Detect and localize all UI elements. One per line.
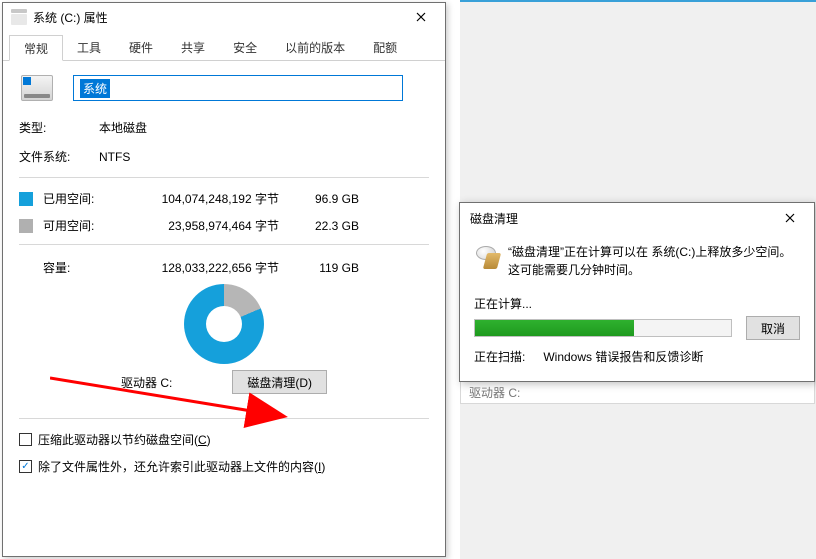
dialog-message: “磁盘清理”正在计算可以在 系统(C:)上释放多少空间。这可能需要几分钟时间。 [508, 243, 800, 279]
tab-content: 系统 类型: 本地磁盘 文件系统: NTFS 已用空间: 104,074,248… [3, 61, 445, 485]
tab-security[interactable]: 安全 [219, 34, 271, 60]
disk-cleanup-button[interactable]: 磁盘清理(D) [232, 370, 327, 394]
used-bytes: 104,074,248,192 字节 [119, 190, 279, 207]
progress-bar [474, 319, 732, 337]
disk-cleanup-button-label: 磁盘清理(D) [247, 374, 312, 391]
close-icon [416, 12, 426, 22]
separator [19, 177, 429, 178]
tab-previous[interactable]: 以前的版本 [271, 34, 359, 60]
close-button[interactable] [399, 3, 443, 31]
free-human: 22.3 GB [279, 219, 359, 233]
type-value: 本地磁盘 [99, 119, 147, 136]
free-color-swatch [19, 219, 33, 233]
cleanup-icon [474, 243, 500, 269]
drive-c-label: 驱动器 C: [121, 374, 172, 391]
ghost-driver-label-box: 驱动器 C: [460, 380, 815, 404]
capacity-label: 容量: [19, 259, 119, 276]
used-label: 已用空间: [43, 190, 119, 207]
filesystem-label: 文件系统: [19, 148, 99, 165]
usage-pie-chart [184, 284, 264, 364]
compress-checkbox[interactable] [19, 433, 32, 446]
disk-cleanup-dialog: 磁盘清理 “磁盘清理”正在计算可以在 系统(C:)上释放多少空间。这可能需要几分… [459, 202, 815, 382]
free-space-row: 可用空间: 23,958,974,464 字节 22.3 GB [19, 217, 429, 234]
compress-checkbox-row[interactable]: 压缩此驱动器以节约磁盘空间(C) [19, 431, 429, 448]
separator [19, 418, 429, 419]
capacity-bytes: 128,033,222,656 字节 [119, 259, 279, 276]
cancel-button[interactable]: 取消 [746, 316, 800, 340]
tab-tools[interactable]: 工具 [63, 34, 115, 60]
drive-name-input[interactable]: 系统 [73, 75, 403, 101]
drive-name-text: 系统 [80, 79, 110, 98]
used-color-swatch [19, 192, 33, 206]
tab-hardware[interactable]: 硬件 [115, 34, 167, 60]
scanning-label: 正在扫描: [474, 348, 525, 365]
drive-icon [11, 9, 27, 25]
free-bytes: 23,958,974,464 字节 [119, 217, 279, 234]
title-bar: 系统 (C:) 属性 [3, 3, 445, 31]
index-checkbox[interactable] [19, 460, 32, 473]
dialog-close-button[interactable] [768, 204, 812, 232]
scanning-item: Windows 错误报告和反馈诊断 [543, 348, 703, 365]
properties-window: 系统 (C:) 属性 常规 工具 硬件 共享 安全 以前的版本 配额 系统 类型… [2, 2, 446, 557]
tabs: 常规 工具 硬件 共享 安全 以前的版本 配额 [3, 31, 445, 61]
progress-fill [475, 320, 634, 336]
index-checkbox-row[interactable]: 除了文件属性外，还允许索引此驱动器上文件的内容(I) [19, 458, 429, 475]
calculating-label: 正在计算... [474, 295, 800, 312]
tab-quota[interactable]: 配额 [359, 34, 411, 60]
index-label: 除了文件属性外，还允许索引此驱动器上文件的内容(I) [38, 458, 325, 475]
cancel-button-label: 取消 [761, 320, 785, 337]
dialog-title: 磁盘清理 [470, 210, 768, 227]
window-title: 系统 (C:) 属性 [33, 9, 399, 26]
compress-label: 压缩此驱动器以节约磁盘空间(C) [38, 431, 211, 448]
dialog-title-bar: 磁盘清理 [460, 203, 814, 233]
capacity-row: 容量: 128,033,222,656 字节 119 GB [19, 259, 429, 276]
used-space-row: 已用空间: 104,074,248,192 字节 96.9 GB [19, 190, 429, 207]
tab-general[interactable]: 常规 [9, 35, 63, 61]
separator [19, 244, 429, 245]
filesystem-value: NTFS [99, 150, 130, 164]
used-human: 96.9 GB [279, 192, 359, 206]
close-icon [785, 213, 795, 223]
free-label: 可用空间: [43, 217, 119, 234]
drive-large-icon [21, 75, 53, 101]
tab-sharing[interactable]: 共享 [167, 34, 219, 60]
type-label: 类型: [19, 119, 99, 136]
capacity-human: 119 GB [279, 261, 359, 275]
